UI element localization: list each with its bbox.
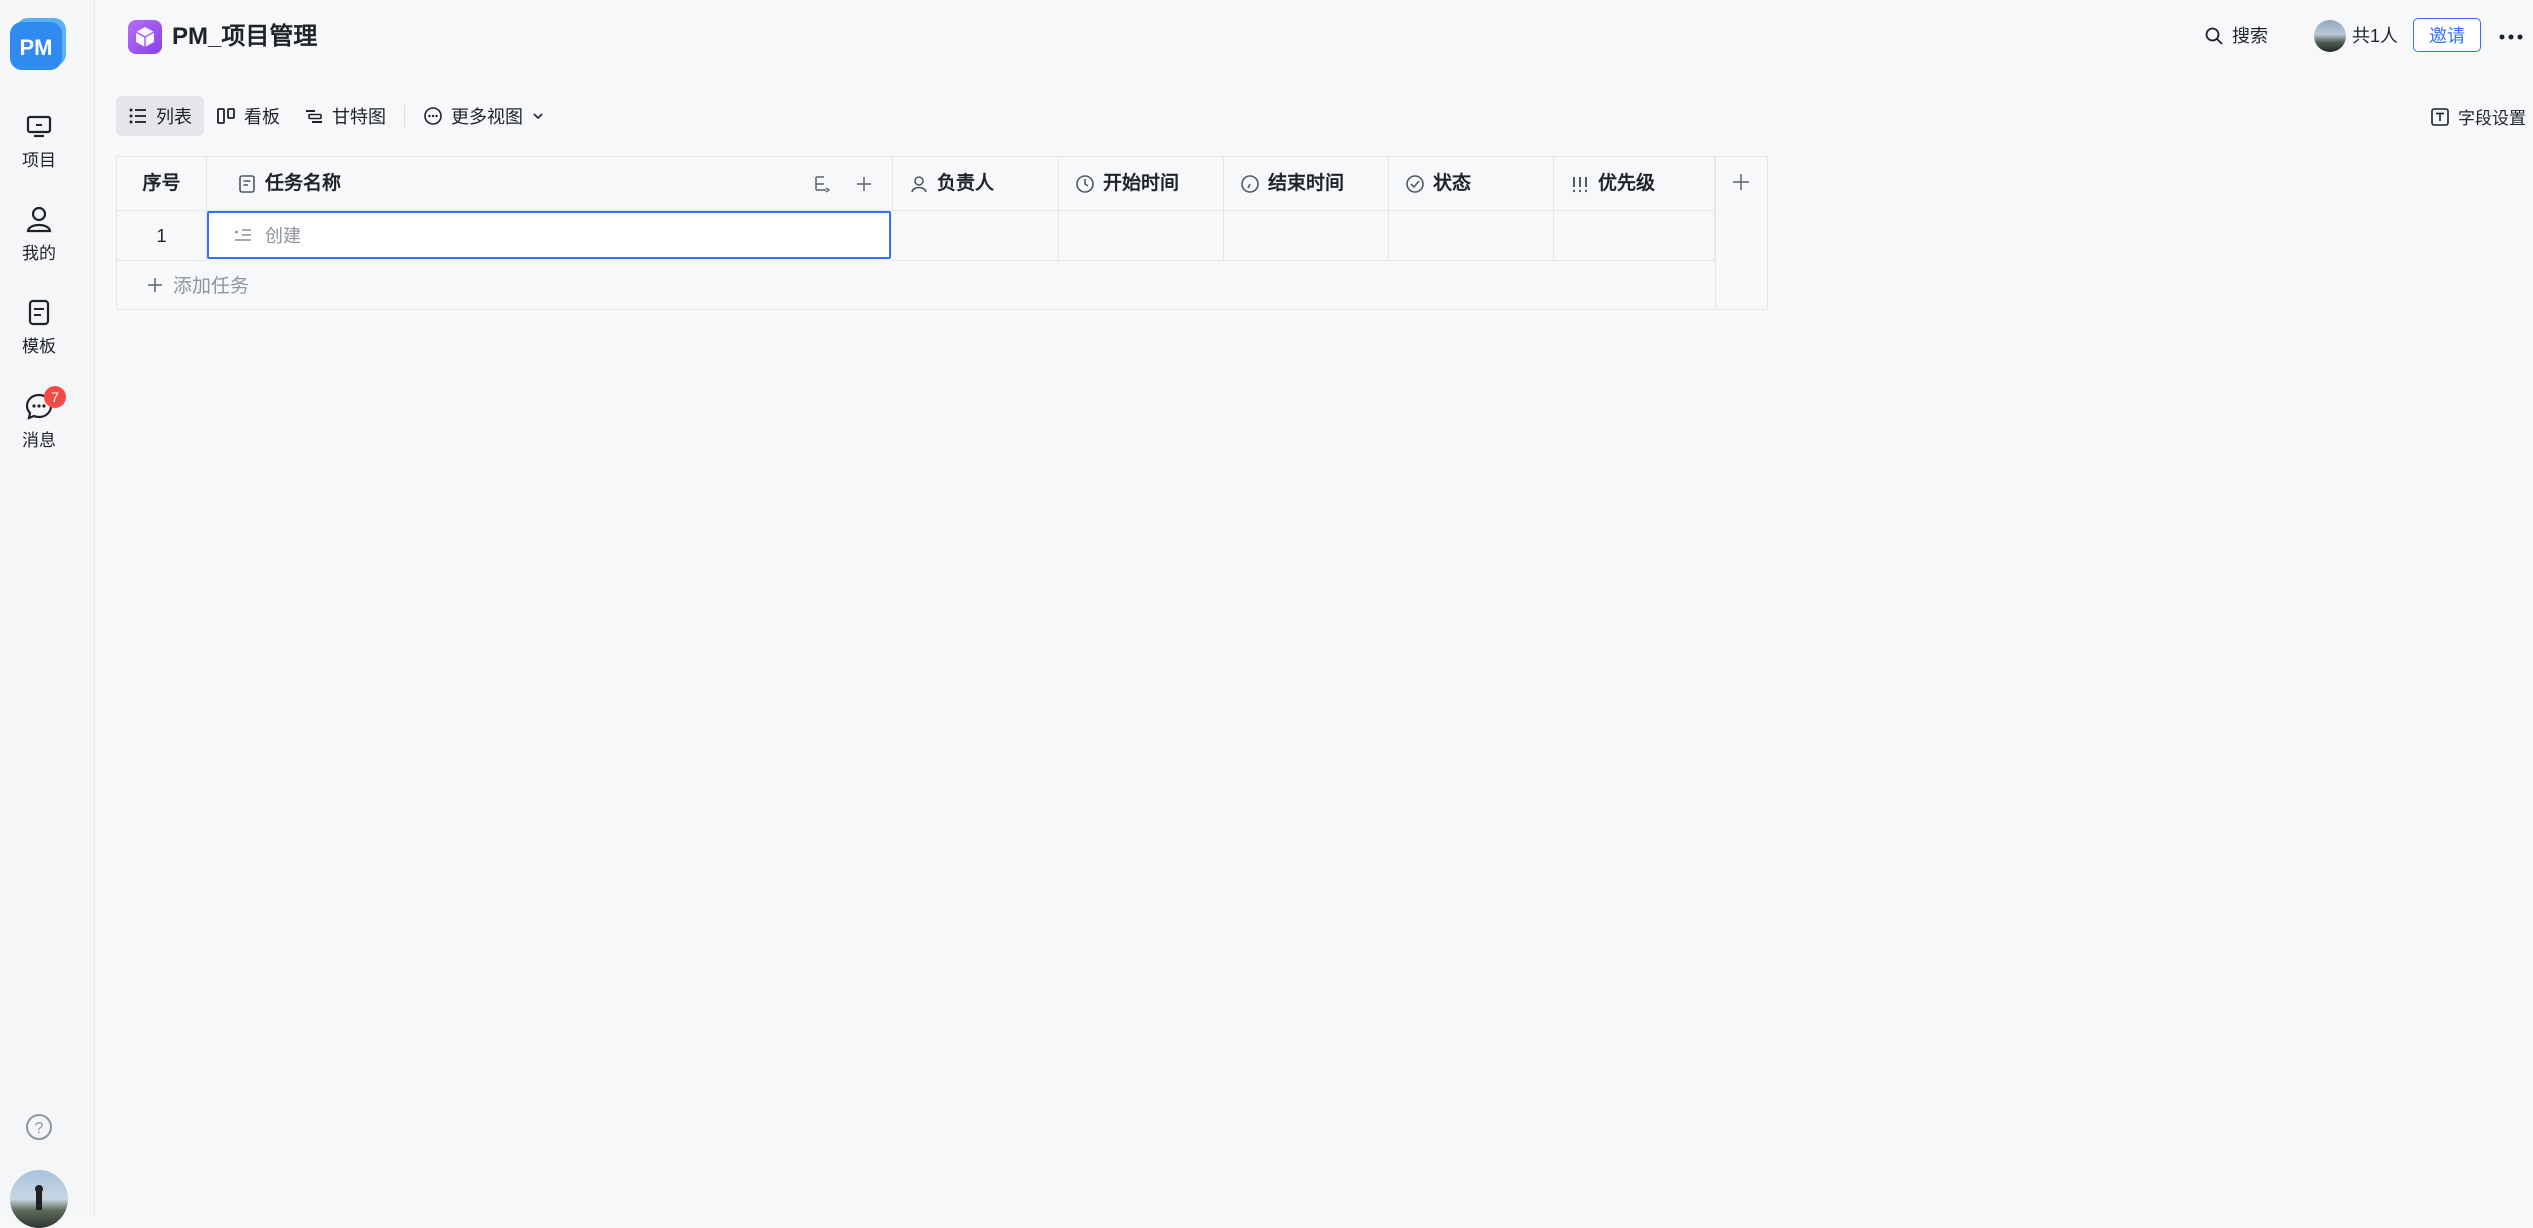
tab-label: 看板 [244, 107, 280, 127]
kanban-icon [217, 108, 235, 124]
add-column-area [1715, 157, 1767, 309]
row-index: 1 [117, 211, 207, 261]
add-column-icon[interactable] [1730, 171, 1752, 193]
sidebar-item-messages[interactable]: 7 消息 [0, 386, 78, 451]
sidebar-item-projects[interactable]: 项目 [0, 110, 78, 171]
field-settings-label: 字段设置 [2458, 109, 2526, 128]
field-settings-icon [2431, 107, 2449, 126]
document-icon [28, 299, 50, 326]
tab-kanban[interactable]: 看板 [204, 96, 292, 136]
monitor-icon [26, 115, 52, 138]
member-count[interactable]: 共1人 [2352, 22, 2398, 50]
tab-label: 甘特图 [332, 107, 386, 127]
assignee-cell[interactable] [893, 211, 1059, 261]
person-icon [26, 206, 52, 233]
sidebar-item-mine[interactable]: 我的 [0, 203, 78, 264]
more-views-dropdown[interactable]: 更多视图 [411, 96, 557, 136]
column-header-priority[interactable]: 优先级 [1554, 157, 1715, 211]
user-avatar[interactable] [10, 1170, 68, 1228]
tab-list[interactable]: 列表 [116, 96, 204, 136]
priority-icon [1572, 176, 1588, 192]
text-field-icon [239, 174, 255, 193]
column-header-assignee[interactable]: 负责人 [893, 157, 1059, 211]
column-label: 任务名称 [265, 172, 342, 194]
list-icon [129, 108, 146, 124]
app-logo[interactable]: PM [10, 18, 68, 70]
message-badge: 7 [44, 386, 66, 408]
invite-button[interactable]: 邀请 [2413, 18, 2481, 52]
subtask-tree-icon[interactable] [812, 174, 832, 194]
check-circle-icon [1406, 174, 1424, 193]
more-views-label: 更多视图 [451, 107, 523, 127]
column-label: 结束时间 [1268, 172, 1345, 194]
chevron-down-icon [533, 113, 543, 120]
project-app-icon [128, 20, 162, 54]
tab-label: 列表 [156, 107, 192, 127]
tab-gantt[interactable]: 甘特图 [292, 96, 398, 136]
priority-cell[interactable] [1554, 211, 1715, 261]
clock-icon [1076, 174, 1094, 193]
divider [404, 105, 405, 127]
sidebar-item-templates[interactable]: 模板 [0, 296, 78, 357]
clock-icon [1241, 174, 1259, 193]
svg-text:?: ? [35, 1120, 44, 1137]
person-icon [911, 175, 927, 192]
indent-icon[interactable] [233, 225, 253, 245]
column-label: 开始时间 [1103, 172, 1180, 194]
sidebar-item-label: 项目 [22, 151, 56, 170]
search-icon [2205, 27, 2223, 45]
column-label: 序号 [142, 172, 181, 194]
sidebar-item-label: 消息 [22, 431, 56, 450]
view-switcher: 列表 看板 甘特图 更多视图 [116, 96, 557, 136]
page-title: PM_项目管理 [172, 23, 318, 50]
gantt-icon [306, 110, 322, 123]
start-time-cell[interactable] [1059, 211, 1224, 261]
column-header-index: 序号 [117, 157, 207, 211]
add-task-button[interactable]: 添加任务 [145, 271, 249, 298]
column-label: 优先级 [1598, 172, 1656, 194]
search-label: 搜索 [2232, 26, 2268, 46]
column-label: 负责人 [937, 172, 995, 194]
sidebar: PM 项目 我的 模板 7 消息 ? [0, 0, 95, 1228]
member-avatar[interactable] [2314, 20, 2346, 52]
column-header-end-time[interactable]: 结束时间 [1224, 157, 1389, 211]
task-table: 序号 任务名称 负责人 开始时间 结束时间 状态 优先级 1 创建 添加任务 [116, 156, 1768, 310]
search-button[interactable]: 搜索 [2204, 22, 2268, 50]
add-subtask-icon[interactable] [854, 174, 874, 194]
question-icon[interactable]: ? [24, 1112, 54, 1142]
task-name-input[interactable] [263, 223, 827, 247]
status-cell[interactable] [1389, 211, 1554, 261]
sidebar-item-label: 模板 [22, 337, 56, 356]
plus-icon [148, 277, 162, 292]
end-time-cell[interactable] [1224, 211, 1389, 261]
svg-text:PM: PM [20, 35, 53, 60]
column-label: 状态 [1433, 172, 1472, 194]
task-name-cell-editing[interactable] [207, 211, 891, 259]
more-options-icon[interactable] [2496, 22, 2526, 52]
column-header-status[interactable]: 状态 [1389, 157, 1554, 211]
more-circle-icon [424, 107, 442, 125]
column-header-task-name[interactable]: 任务名称 [207, 157, 893, 211]
sidebar-item-label: 我的 [22, 244, 56, 263]
field-settings-button[interactable]: 字段设置 [2430, 104, 2526, 129]
add-task-label: 添加任务 [173, 276, 250, 297]
column-header-start-time[interactable]: 开始时间 [1059, 157, 1224, 211]
